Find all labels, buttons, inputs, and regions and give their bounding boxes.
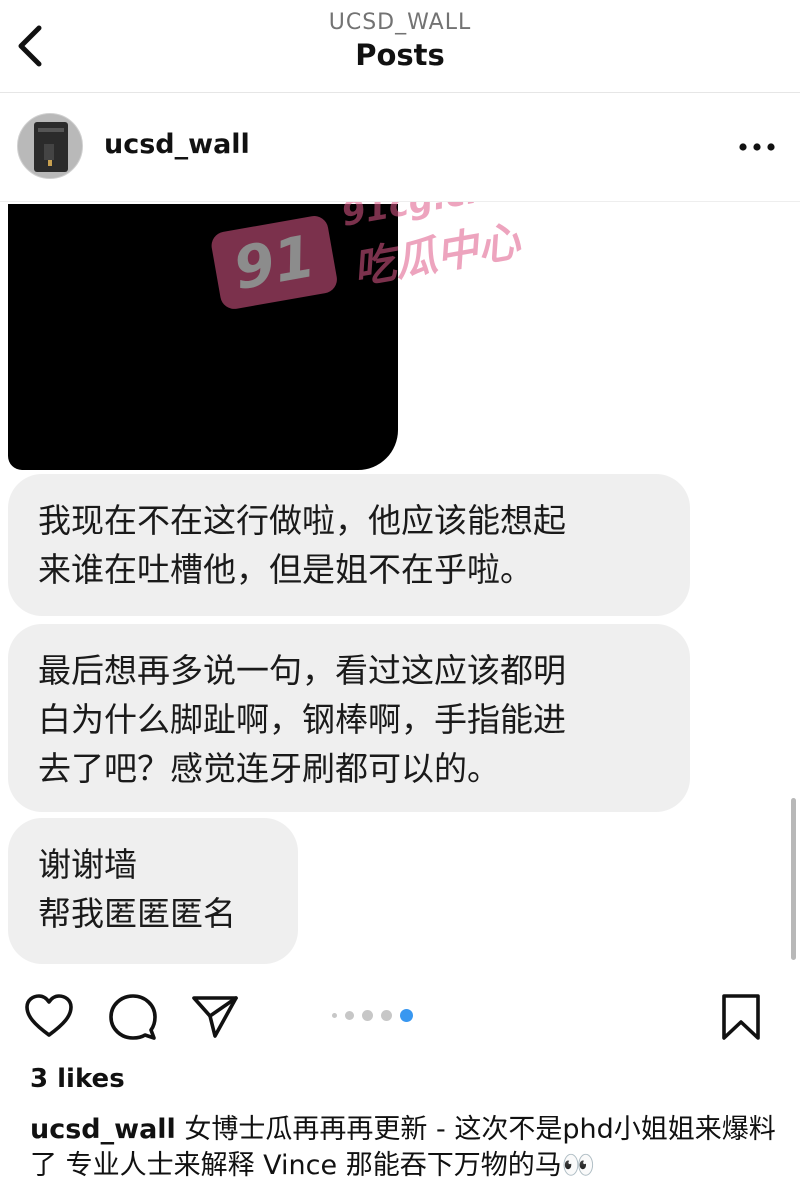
message-line: 谢谢墙 [38,845,137,884]
chat-scrollbar [791,798,796,960]
more-options-button[interactable] [738,135,776,159]
comment-button[interactable] [108,992,158,1042]
account-handle: UCSD_WALL [328,10,472,35]
carousel-indicator [332,1008,413,1022]
like-button[interactable] [24,992,74,1042]
message-line: 来谁在吐槽他，但是姐不在乎啦。 [38,550,533,589]
post-username[interactable]: ucsd_wall [104,129,250,160]
message-line: 最后想再多说一句，看过这应该都明 [38,651,566,690]
likes-count[interactable]: 3 likes [30,1064,125,1094]
message-line: 白为什么脚趾啊，钢棒啊，手指能进 [38,700,566,739]
message-bubble: 谢谢墙 帮我匿匿匿名 [8,818,298,964]
message-line: 帮我匿匿匿名 [38,894,236,933]
share-button[interactable] [190,992,240,1042]
caption-username[interactable]: ucsd_wall [30,1114,176,1145]
carousel-dot [362,1009,373,1021]
save-button[interactable] [716,992,766,1042]
post-action-bar [0,982,800,1048]
post-caption: ucsd_wall 女博士瓜再再再更新 - 这次不是phd小姐姐来爆料了 专业人… [30,1112,780,1184]
carousel-dot [381,1009,392,1021]
page-title: Posts [355,38,445,72]
top-navigation-bar: UCSD_WALL Posts [0,0,800,93]
watermark-badge: 91 [209,213,340,312]
send-icon [192,996,238,1038]
carousel-dot [332,1012,337,1018]
avatar[interactable] [17,113,83,179]
post-image[interactable]: 我现在不在这行做啦，他应该能想起 来谁在吐槽他，但是姐不在乎啦。 最后想再多说一… [0,202,800,982]
ellipsis-icon [739,143,775,151]
carousel-dot [345,1010,354,1020]
comment-icon [109,994,157,1040]
heart-icon [25,994,73,1037]
avatar-image [18,114,82,178]
message-line: 去了吧？感觉连牙刷都可以的。 [38,749,500,788]
message-line: 我现在不在这行做啦，他应该能想起 [38,501,566,540]
post-author-bar: ucsd_wall [0,93,800,202]
bookmark-icon [722,994,760,1040]
message-bubble: 最后想再多说一句，看过这应该都明 白为什么脚趾啊，钢棒啊，手指能进 去了吧？感觉… [8,624,690,812]
message-bubble: 我现在不在这行做啦，他应该能想起 来谁在吐槽他，但是姐不在乎啦。 [8,474,690,616]
carousel-dot-active [400,1008,413,1022]
